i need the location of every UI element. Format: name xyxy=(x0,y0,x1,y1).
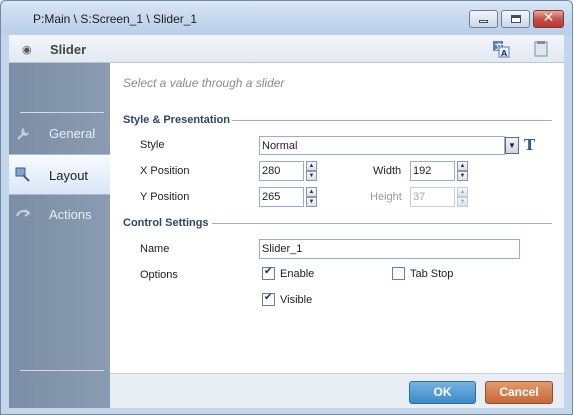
sidebar-divider xyxy=(20,370,104,371)
header-title: Slider xyxy=(50,42,87,57)
sidebar-item-label: Layout xyxy=(49,168,89,183)
title-bar[interactable]: P:Main \ S:Screen_1 \ Slider_1 ✕ xyxy=(1,1,572,35)
dialog-footer: OK Cancel xyxy=(110,373,564,408)
section-title-control: Control Settings xyxy=(123,217,209,229)
stepper-down-icon[interactable]: ▼ xyxy=(306,171,317,181)
sidebar-item-label: General xyxy=(49,126,96,141)
stepper-down-icon[interactable]: ▼ xyxy=(457,171,468,181)
height-input: 37 xyxy=(410,187,455,207)
tab-stop-label[interactable]: Tab Stop xyxy=(410,268,453,280)
stepper-down-icon: ▼ xyxy=(457,197,468,207)
slider-properties-dialog: P:Main \ S:Screen_1 \ Slider_1 ✕ ◉ Slide… xyxy=(0,0,573,415)
sidebar-item-label: Actions xyxy=(49,207,92,222)
x-position-stepper[interactable]: ▲ ▼ xyxy=(306,161,317,181)
layout-icon xyxy=(15,167,30,182)
style-label: Style xyxy=(140,139,165,151)
ok-button[interactable]: OK xyxy=(409,381,476,404)
stepper-up-icon[interactable]: ▲ xyxy=(457,161,468,171)
document-icon[interactable] xyxy=(532,40,550,58)
stepper-down-icon[interactable]: ▼ xyxy=(306,197,317,207)
panel-hint: Select a value through a slider xyxy=(123,76,285,90)
x-position-label: X Position xyxy=(140,165,190,177)
sidebar-item-actions[interactable]: Actions xyxy=(9,197,110,233)
width-input[interactable]: 192 xyxy=(410,161,455,181)
y-position-input[interactable]: 265 xyxy=(259,187,304,207)
enable-label[interactable]: Enable xyxy=(280,268,314,280)
style-select-value: Normal xyxy=(262,140,298,152)
section-divider xyxy=(212,223,552,224)
visible-label[interactable]: Visible xyxy=(280,294,312,306)
wrench-icon xyxy=(17,128,29,140)
actions-icon xyxy=(16,209,31,217)
properties-panel: Select a value through a slider Style & … xyxy=(110,63,564,373)
stepper-up-icon: ▲ xyxy=(457,187,468,197)
tab-stop-checkbox[interactable] xyxy=(392,267,405,280)
maximize-button[interactable] xyxy=(501,10,530,28)
visible-checkbox[interactable] xyxy=(262,292,275,306)
window-title: P:Main \ S:Screen_1 \ Slider_1 xyxy=(33,12,198,26)
dialog-header: ◉ Slider 文 A xyxy=(9,35,564,63)
cancel-button[interactable]: Cancel xyxy=(485,381,553,404)
name-input[interactable]: Slider_1 xyxy=(259,239,520,259)
minimize-icon xyxy=(479,20,488,23)
section-divider xyxy=(232,120,552,121)
translate-icon[interactable]: 文 A xyxy=(492,40,510,58)
height-stepper: ▲ ▼ xyxy=(457,187,468,207)
sidebar-divider xyxy=(20,112,104,113)
sidebar-item-general[interactable]: General xyxy=(9,116,110,152)
maximize-icon xyxy=(511,15,521,23)
height-label: Height xyxy=(370,191,402,203)
style-select[interactable]: Normal xyxy=(259,136,505,155)
close-icon: ✕ xyxy=(542,10,555,26)
close-button[interactable]: ✕ xyxy=(533,10,564,28)
width-label: Width xyxy=(373,165,402,177)
width-stepper[interactable]: ▲ ▼ xyxy=(457,161,468,181)
minimize-button[interactable] xyxy=(469,10,498,28)
section-title-style: Style & Presentation xyxy=(123,114,230,126)
text-style-icon[interactable]: T xyxy=(524,136,535,154)
stepper-up-icon[interactable]: ▲ xyxy=(306,161,317,171)
options-label: Options xyxy=(140,269,178,281)
name-label: Name xyxy=(140,243,170,255)
enable-checkbox[interactable] xyxy=(262,266,275,280)
y-position-label: Y Position xyxy=(140,191,190,203)
eye-icon[interactable]: ◉ xyxy=(22,43,32,56)
y-position-stepper[interactable]: ▲ ▼ xyxy=(306,187,317,207)
sidebar-item-layout[interactable]: Layout xyxy=(9,154,110,195)
svg-text:A: A xyxy=(501,49,508,58)
chevron-down-icon: ▼ xyxy=(508,141,516,150)
x-position-input[interactable]: 280 xyxy=(259,161,304,181)
sidebar: General Layout Actions xyxy=(9,63,110,408)
style-dropdown-button[interactable]: ▼ xyxy=(505,137,519,154)
stepper-up-icon[interactable]: ▲ xyxy=(306,187,317,197)
